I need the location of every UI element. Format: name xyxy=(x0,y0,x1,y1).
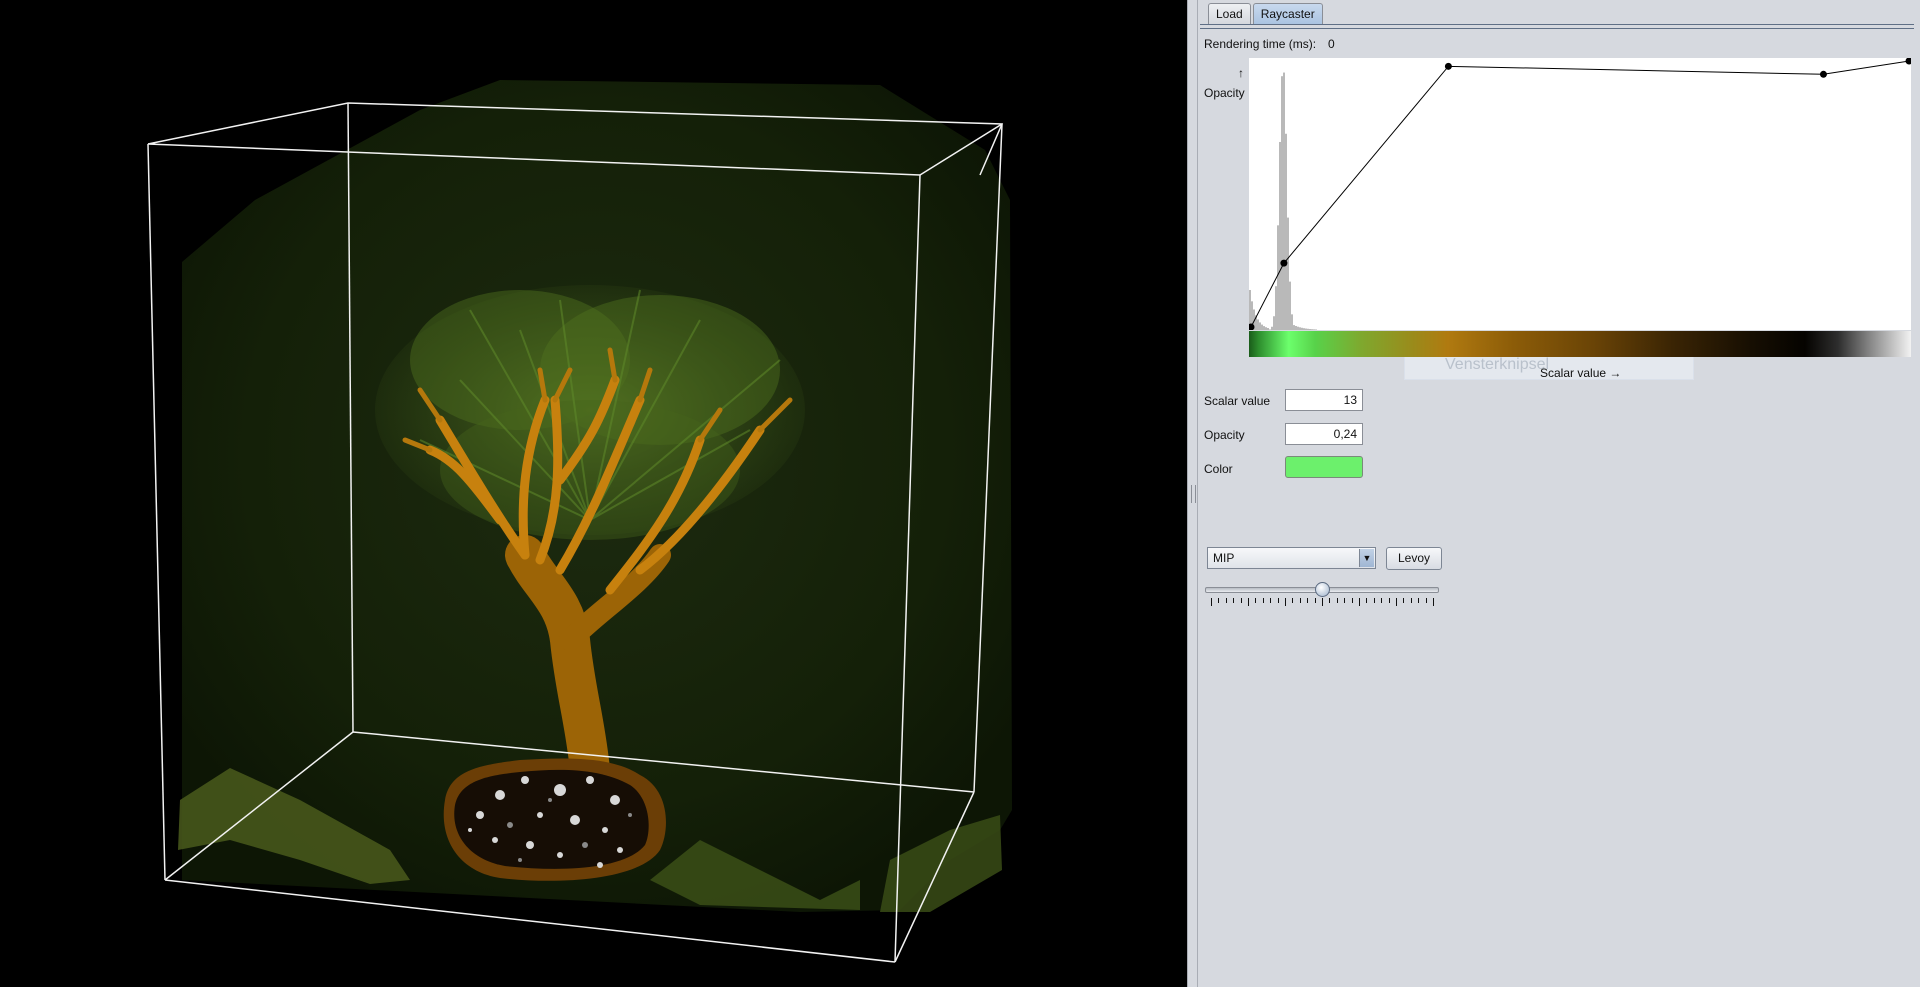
rendering-time-label: Rendering time (ms): xyxy=(1204,37,1317,51)
histogram-bar xyxy=(1269,329,1271,330)
slider-tick xyxy=(1358,598,1360,606)
slider-tick xyxy=(1247,598,1249,606)
opacity-curve xyxy=(1250,60,1910,328)
slider-tick xyxy=(1307,598,1309,603)
slider-tick xyxy=(1277,598,1279,603)
slider-tick xyxy=(1396,598,1397,606)
slider-tick xyxy=(1240,598,1242,603)
histogram-bar xyxy=(1261,324,1263,330)
render-mode-select[interactable]: MIP ▼ xyxy=(1207,547,1376,569)
opacity-axis-label: Opacity xyxy=(1204,86,1245,100)
histogram-bar xyxy=(1275,286,1277,330)
slider-tick xyxy=(1403,598,1405,603)
control-panel: Load Raycaster Rendering time (ms): 0 ↑ … xyxy=(1198,0,1920,987)
slider-tick xyxy=(1418,598,1420,603)
scalar-axis-label: Scalar value → xyxy=(1540,366,1622,380)
split-pane-divider[interactable] xyxy=(1187,0,1198,987)
slider-tick xyxy=(1388,598,1390,603)
histogram-bar xyxy=(1305,328,1307,330)
slider-tick xyxy=(1225,598,1227,603)
slider-tick xyxy=(1314,598,1316,603)
slider-tick xyxy=(1322,598,1323,606)
transfer-function-plot[interactable] xyxy=(1247,57,1913,331)
histogram-bar xyxy=(1315,329,1317,330)
opacity-axis-arrow: ↑ xyxy=(1238,66,1244,80)
soil-rootball xyxy=(443,758,666,881)
control-point[interactable] xyxy=(1905,57,1913,65)
histogram-bar xyxy=(1297,326,1299,330)
histogram-bar xyxy=(1267,328,1269,330)
slider-tick xyxy=(1262,598,1264,603)
histogram-bar xyxy=(1263,326,1265,330)
color-label: Color xyxy=(1204,462,1233,476)
histogram-bar xyxy=(1283,72,1285,331)
levoy-button[interactable]: Levoy xyxy=(1386,547,1442,570)
histogram-bar xyxy=(1301,327,1303,330)
slider-tick xyxy=(1381,598,1383,603)
opacity-label: Opacity xyxy=(1204,428,1245,442)
histogram-bar xyxy=(1293,325,1295,330)
slider-tick xyxy=(1292,598,1294,603)
slider-tick xyxy=(1270,598,1272,603)
histogram-bar xyxy=(1309,329,1311,330)
histogram-bar xyxy=(1289,281,1291,330)
divider-grip[interactable] xyxy=(1191,485,1196,503)
slider-thumb[interactable] xyxy=(1315,582,1330,597)
histogram-bar xyxy=(1265,327,1267,330)
rendering-time-value: 0 xyxy=(1328,37,1335,51)
slider-tick xyxy=(1344,598,1346,603)
histogram-bar xyxy=(1277,225,1279,330)
tab-raycaster[interactable]: Raycaster xyxy=(1252,3,1323,25)
histogram-bar xyxy=(1285,133,1287,330)
color-swatch-button[interactable] xyxy=(1285,456,1363,478)
slider-ticks xyxy=(1211,598,1434,608)
histogram-bar xyxy=(1299,327,1301,330)
render-mode-value: MIP xyxy=(1213,551,1235,565)
scalar-value-field[interactable]: 13 xyxy=(1285,389,1363,411)
histogram-bar xyxy=(1273,316,1275,330)
histogram-bar xyxy=(1307,328,1309,330)
slider-tick xyxy=(1299,598,1301,603)
slider-tick xyxy=(1211,598,1212,606)
histogram-bar xyxy=(1303,328,1305,330)
histogram-bar xyxy=(1295,325,1297,330)
slider-tick xyxy=(1366,598,1368,603)
render-slider[interactable] xyxy=(1203,581,1443,611)
control-point[interactable] xyxy=(1819,70,1827,78)
control-point[interactable] xyxy=(1444,62,1452,70)
histogram-bar xyxy=(1291,314,1293,330)
scalar-value-label: Scalar value xyxy=(1204,394,1271,408)
histogram xyxy=(1249,72,1317,331)
slider-tick xyxy=(1433,598,1434,606)
chevron-down-icon[interactable]: ▼ xyxy=(1359,549,1374,567)
slider-tick xyxy=(1233,598,1235,603)
slider-tick xyxy=(1373,598,1375,603)
histogram-bar xyxy=(1257,319,1259,330)
tab-underline xyxy=(1200,24,1914,29)
slider-tick xyxy=(1255,598,1257,603)
color-gradient-bar[interactable] xyxy=(1249,331,1911,357)
histogram-bar xyxy=(1287,217,1289,330)
histogram-bar xyxy=(1279,141,1281,330)
volume-render-canvas[interactable] xyxy=(0,0,1187,987)
slider-tick xyxy=(1284,598,1286,606)
histogram-bar xyxy=(1259,322,1261,330)
slider-tick xyxy=(1351,598,1353,603)
slider-tick xyxy=(1410,598,1412,603)
volume-render-viewport[interactable] xyxy=(0,0,1187,987)
slider-tick xyxy=(1329,598,1331,603)
histogram-bar xyxy=(1271,326,1273,330)
slider-tick xyxy=(1218,598,1220,603)
transfer-function-editor[interactable]: Vensterknipsel xyxy=(1247,57,1913,380)
histogram-bar xyxy=(1281,76,1283,330)
control-point[interactable] xyxy=(1280,259,1288,267)
slider-tick xyxy=(1336,598,1338,603)
slider-tick xyxy=(1425,598,1427,603)
tab-load[interactable]: Load xyxy=(1208,3,1251,25)
opacity-field[interactable]: 0,24 xyxy=(1285,423,1363,445)
histogram-bar xyxy=(1313,329,1315,330)
histogram-bar xyxy=(1311,329,1313,330)
